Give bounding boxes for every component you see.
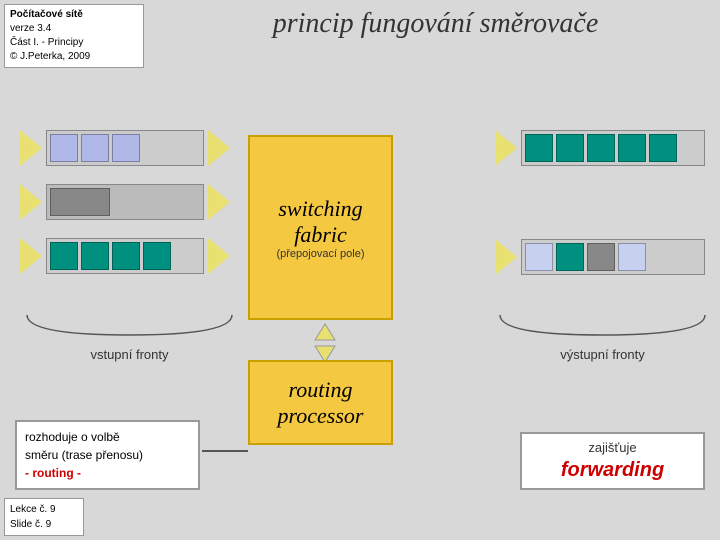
block-3-3 <box>112 242 140 270</box>
slide-label: Slide č. 9 <box>10 517 78 532</box>
routing-info-box: rozhoduje o volbě směru (trase přenosu) … <box>15 420 200 490</box>
switching-fabric-label: switching fabric <box>250 196 391 248</box>
routing-highlight: - routing - <box>25 464 190 482</box>
switching-fabric-box: switching fabric (přepojovací pole) <box>248 135 393 320</box>
queue-container-1 <box>46 130 204 166</box>
double-arrow <box>305 322 345 364</box>
forwarding-highlight: forwarding <box>530 459 695 482</box>
input-queue-row-1 <box>20 130 230 166</box>
vystupni-brace <box>495 310 710 340</box>
block-3-1 <box>50 242 78 270</box>
double-arrow-svg <box>305 322 345 364</box>
out-block-2-4 <box>618 243 646 271</box>
output-arrow-2 <box>208 184 230 220</box>
out-block-2-2 <box>556 243 584 271</box>
info-box: Počítačové sítě verze 3.4 Část I. - Prin… <box>4 4 144 68</box>
block-3-4 <box>143 242 171 270</box>
routing-processor-label: routing processor <box>250 377 391 429</box>
connector-line <box>202 450 248 452</box>
out-block-1-5 <box>649 134 677 162</box>
input-arrow-2 <box>20 184 42 220</box>
vstupni-fronty-label: vstupní fronty <box>22 310 237 362</box>
routing-info-line2: směru (trase přenosu) <box>25 446 190 464</box>
out-block-1-2 <box>556 134 584 162</box>
input-queue-row-3 <box>20 238 230 274</box>
out-block-2-1 <box>525 243 553 271</box>
queue-container-2 <box>46 184 204 220</box>
forwarding-info-box: zajišťuje forwarding <box>520 432 705 490</box>
output-arrow-3 <box>208 238 230 274</box>
out-block-1-1 <box>525 134 553 162</box>
block-1-2 <box>81 134 109 162</box>
input-queue-row-2 <box>20 184 230 220</box>
lecture-label: Lekce č. 9 <box>10 502 78 517</box>
output-queue-row-2 <box>495 239 705 275</box>
routing-processor-box: routing processor <box>248 360 393 445</box>
vstupni-text: vstupní fronty <box>22 347 237 362</box>
forwarding-info-label: zajišťuje <box>530 440 695 455</box>
version-label: verze 3.4 <box>10 22 138 36</box>
block-3-2 <box>81 242 109 270</box>
queue-container-3 <box>46 238 204 274</box>
output-arrow-1 <box>208 130 230 166</box>
routing-info-line1: rozhoduje o volbě <box>25 428 190 446</box>
out-input-arrow-2 <box>495 239 517 275</box>
input-queues-area <box>20 130 230 292</box>
out-block-1-4 <box>618 134 646 162</box>
author-label: © J.Peterka, 2009 <box>10 50 138 64</box>
app-title: Počítačové sítě <box>10 8 138 22</box>
out-input-arrow-1 <box>495 130 517 166</box>
out-block-1-3 <box>587 134 615 162</box>
vstupni-brace <box>22 310 237 340</box>
out-queue-container-1 <box>521 130 705 166</box>
block-1-1 <box>50 134 78 162</box>
output-queues-area <box>495 130 705 293</box>
block-2-1 <box>50 188 110 216</box>
input-arrow-1 <box>20 130 42 166</box>
part-label: Část I. - Principy <box>10 36 138 50</box>
slide-info: Lekce č. 9 Slide č. 9 <box>4 498 84 536</box>
block-1-3 <box>112 134 140 162</box>
vystupni-fronty-label: výstupní fronty <box>495 310 710 362</box>
main-title: princip fungování směrovače <box>155 8 716 40</box>
out-queue-container-2 <box>521 239 705 275</box>
input-arrow-3 <box>20 238 42 274</box>
switching-fabric-subtitle: (přepojovací pole) <box>276 248 364 260</box>
vystupni-text: výstupní fronty <box>495 347 710 362</box>
output-queue-row-1 <box>495 130 705 166</box>
out-block-2-3 <box>587 243 615 271</box>
